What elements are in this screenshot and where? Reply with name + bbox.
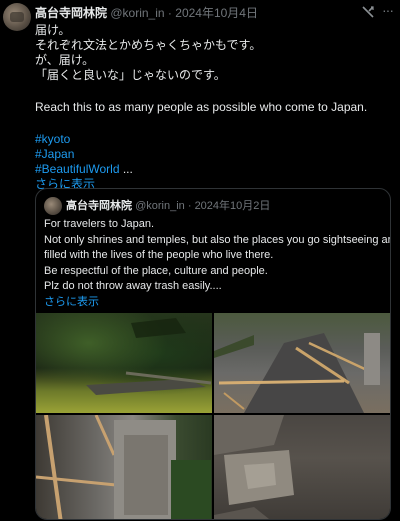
quoted-tweet-header: 高台寺岡林院 @korin_in · 2024年10月2日 (66, 198, 270, 214)
quoted-author-avatar (44, 197, 62, 215)
tweet: 高台寺岡林院 @korin_in · 2024年10月4日 ··· 届け。 それ… (0, 0, 400, 521)
quoted-text-line: Not only shrines and temples, but also t… (44, 233, 391, 246)
quoted-tweet[interactable]: 高台寺岡林院 @korin_in · 2024年10月2日 For travel… (35, 188, 391, 520)
tweet-date[interactable]: 2024年10月4日 (175, 6, 258, 20)
tweet-text-line: 「届くと良いな」じゃないのです。 (35, 68, 226, 82)
quoted-tweet-date: 2024年10月2日 (194, 200, 271, 212)
quoted-text-line: filled with the lives of the people who … (44, 249, 274, 261)
quoted-text-line: For travelers to Japan. (44, 218, 155, 230)
photo-stone-pillar[interactable] (36, 415, 212, 519)
quoted-tweet-body: For travelers to Japan. Not only shrines… (44, 217, 391, 311)
grok-icon[interactable] (360, 4, 376, 20)
tweet-text-line: それぞれ文法とかめちゃくちゃかもです。 (35, 38, 262, 52)
photo-grid (36, 313, 390, 519)
photo-garden-fallen-poles[interactable] (36, 313, 212, 413)
quoted-header-separator: · (187, 200, 192, 212)
author-name[interactable]: 高台寺岡林院 (35, 6, 107, 20)
photo-path-bamboo-poles[interactable] (214, 313, 390, 413)
tweet-header: 高台寺岡林院 @korin_in · 2024年10月4日 (35, 5, 258, 21)
more-options-icon[interactable]: ··· (382, 2, 394, 18)
header-separator: · (167, 6, 172, 20)
tweet-text-english: Reach this to as many people as possible… (35, 100, 368, 114)
quoted-author-handle: @korin_in (135, 200, 185, 212)
tweet-body: 届け。 それぞれ文法とかめちゃくちゃかもです。 が、届け。 「届くと良いな」じゃ… (35, 22, 390, 191)
text-ellipsis: ... (119, 162, 133, 176)
quoted-text-line: Plz do not throw away trash easily.... (44, 280, 222, 292)
hashtag-link[interactable]: #BeautifulWorld (35, 162, 120, 176)
tweet-text-line: が、届け。 (35, 53, 95, 67)
quoted-text-line: Be respectful of the place, culture and … (44, 264, 268, 277)
photo-broken-stone[interactable] (214, 415, 390, 519)
quoted-author-name: 高台寺岡林院 (66, 200, 132, 212)
quoted-show-more-link[interactable]: さらに表示 (44, 295, 389, 311)
author-handle[interactable]: @korin_in (110, 6, 164, 20)
hashtag-link[interactable]: #Japan (35, 146, 390, 161)
author-avatar[interactable] (3, 3, 31, 31)
hashtag-link[interactable]: #kyoto (35, 131, 390, 146)
tweet-text-line: 届け。 (35, 23, 71, 37)
